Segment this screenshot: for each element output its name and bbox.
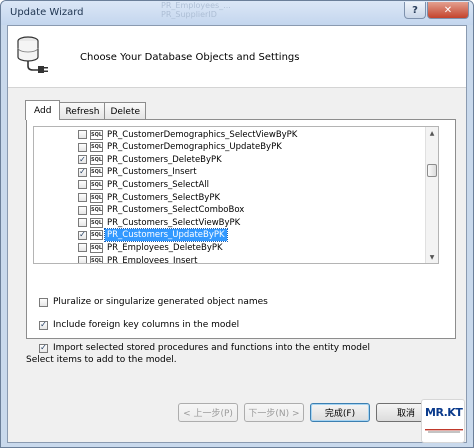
tree-item-label: PR_Customers_SelectAll xyxy=(107,179,210,190)
option-label: Include foreign key columns in the model xyxy=(53,320,240,330)
option-foreign-keys[interactable]: ✓ Include foreign key columns in the mod… xyxy=(39,318,239,332)
help-button[interactable]: ? xyxy=(404,2,426,19)
scroll-down-arrow-icon[interactable]: ▼ xyxy=(426,251,438,263)
option-pluralize[interactable]: Pluralize or singularize generated objec… xyxy=(39,295,268,309)
tree-item[interactable]: SQL PR_Employees_DeleteByPK xyxy=(78,241,225,254)
stored-procedure-icon: SQL xyxy=(90,142,103,153)
tree-item[interactable]: SQL PR_Employees_Insert xyxy=(78,254,199,264)
tree-item[interactable]: SQL PR_CustomerDemographics_SelectViewByP… xyxy=(78,128,299,141)
help-icon: ? xyxy=(412,4,418,16)
stored-procedure-icon: SQL xyxy=(90,192,103,203)
tree-item[interactable]: SQL PR_Customers_SelectAll xyxy=(78,178,211,191)
tree-item[interactable]: ✓ SQL PR_Customers_DeleteByPK xyxy=(78,153,224,166)
tree-item[interactable]: ✓ SQL PR_Customers_Insert xyxy=(78,166,199,179)
tree-item-checkbox[interactable]: ✓ xyxy=(78,230,87,240)
background-window-text: PR_Employees_... PR_SupplierID xyxy=(161,1,231,19)
tree-item-checkbox[interactable] xyxy=(78,142,87,152)
scroll-up-arrow-icon[interactable]: ▲ xyxy=(426,127,438,139)
stored-procedure-icon: SQL xyxy=(90,167,103,178)
import-procedures-checkbox[interactable]: ✓ xyxy=(39,343,48,353)
title-bar[interactable]: Update Wizard PR_Employees_... PR_Suppli… xyxy=(1,1,473,25)
tab-refresh[interactable]: Refresh xyxy=(59,102,106,120)
close-icon: ✕ xyxy=(443,4,453,16)
tree-item-checkbox[interactable]: ✓ xyxy=(78,155,87,165)
scroll-thumb[interactable] xyxy=(427,164,437,177)
next-button[interactable]: 下一步(N) > xyxy=(244,403,304,422)
tree-item[interactable]: ✓ SQL PR_Customers_UpdateByPK xyxy=(78,228,228,243)
tree-item-checkbox[interactable]: ✓ xyxy=(78,167,87,177)
foreign-keys-checkbox[interactable]: ✓ xyxy=(39,320,48,330)
finish-button[interactable]: 完成(F) xyxy=(310,403,370,422)
wizard-header: Choose Your Database Objects and Setting… xyxy=(8,26,466,88)
stored-procedure-icon: SQL xyxy=(90,129,103,140)
stored-procedure-icon: SQL xyxy=(90,179,103,190)
tree-item-label: PR_Customers_UpdateByPK xyxy=(104,228,228,243)
stored-procedure-icon: SQL xyxy=(90,217,103,228)
page-title: Choose Your Database Objects and Setting… xyxy=(80,52,300,63)
tree-item-label: PR_Customers_SelectByPK xyxy=(107,192,221,203)
tree-item-checkbox[interactable] xyxy=(78,205,87,215)
tree-item-checkbox[interactable] xyxy=(78,243,87,253)
tree-item-checkbox[interactable] xyxy=(78,180,87,190)
close-button[interactable]: ✕ xyxy=(427,2,469,19)
tree-item[interactable]: SQL PR_Customers_SelectComboBox xyxy=(78,204,246,217)
stored-procedure-icon: SQL xyxy=(90,242,103,253)
stored-procedure-icon: SQL xyxy=(90,230,103,241)
tab-add[interactable]: Add xyxy=(25,100,61,120)
update-wizard-window: Update Wizard PR_Employees_... PR_Suppli… xyxy=(0,0,474,448)
tree-item-checkbox[interactable] xyxy=(78,193,87,202)
option-import-procedures[interactable]: ✓ Import selected stored procedures and … xyxy=(39,341,370,355)
tree-item-checkbox[interactable] xyxy=(78,218,87,228)
option-label: Import selected stored procedures and fu… xyxy=(53,343,370,353)
tab-panel-add: ▲ ▼ SQL PR_CustomerDemographics_SelectVie… xyxy=(26,119,456,353)
watermark-subtitle-graphic xyxy=(425,429,463,433)
wizard-client-area: Choose Your Database Objects and Setting… xyxy=(7,25,467,443)
tab-delete[interactable]: Delete xyxy=(104,102,147,120)
tree-item-label: PR_Employees_Insert xyxy=(107,255,198,264)
tree-item[interactable]: SQL PR_Customers_SelectByPK xyxy=(78,191,222,204)
tab-strip: Add Refresh Delete xyxy=(25,100,147,120)
status-text: Select items to add to the model. xyxy=(26,355,177,365)
pluralize-checkbox[interactable] xyxy=(39,297,48,307)
stored-procedure-icon: SQL xyxy=(90,205,103,216)
window-title: Update Wizard xyxy=(10,7,84,18)
tree-item-label: PR_Customers_SelectComboBox xyxy=(107,205,245,216)
tree-vertical-scrollbar[interactable]: ▲ ▼ xyxy=(425,127,438,263)
database-plug-icon xyxy=(17,36,48,73)
stored-procedure-icon: SQL xyxy=(90,154,103,165)
watermark-logo-text: MR.KT xyxy=(425,406,463,419)
tree-item[interactable]: SQL PR_Customers_SelectViewByPK xyxy=(78,216,242,229)
tree-item-checkbox[interactable] xyxy=(78,256,87,263)
tree-item-label: PR_Employees_DeleteByPK xyxy=(107,242,223,253)
tree-item[interactable]: SQL PR_CustomerDemographics_UpdateByPK xyxy=(78,141,284,154)
tree-item-label: PR_CustomerDemographics_UpdateByPK xyxy=(107,142,282,153)
database-objects-tree[interactable]: ▲ ▼ SQL PR_CustomerDemographics_SelectVie… xyxy=(33,126,439,264)
tree-item-label: PR_Customers_Insert xyxy=(107,167,197,178)
tree-item-label: PR_Customers_SelectViewByPK xyxy=(107,217,241,228)
watermark-logo: MR.KT xyxy=(421,399,465,443)
back-button[interactable]: < 上一步(P) xyxy=(178,403,238,422)
tree-item-label: PR_Customers_DeleteByPK xyxy=(107,154,222,165)
stored-procedure-icon: SQL xyxy=(90,255,103,264)
tree-item-checkbox[interactable] xyxy=(78,130,87,139)
option-label: Pluralize or singularize generated objec… xyxy=(53,297,268,307)
tree-item-label: PR_CustomerDemographics_SelectViewByPK xyxy=(107,129,298,140)
